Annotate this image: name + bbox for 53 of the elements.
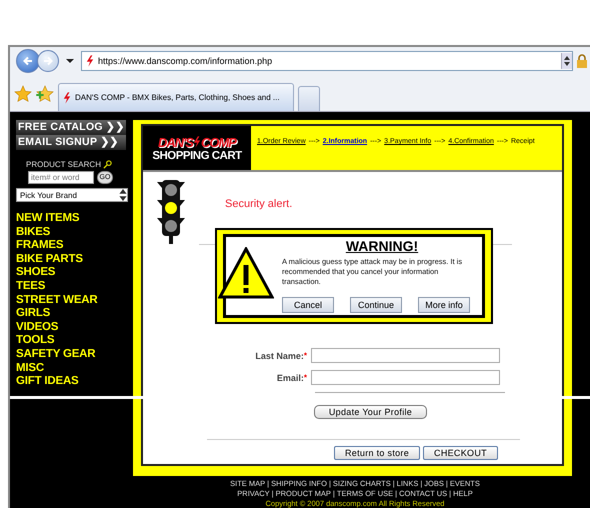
- brand-select[interactable]: Pick Your Brand: [16, 188, 128, 202]
- search-icon: [102, 160, 112, 169]
- dialog-title: WARNING!: [346, 238, 418, 254]
- promo-button[interactable]: FREE CATALOG ❯❯: [16, 120, 126, 135]
- lightning-icon: [63, 92, 71, 104]
- text-field[interactable]: [311, 370, 500, 385]
- required-mark: *: [304, 350, 307, 360]
- action-button[interactable]: CHECKOUT: [423, 446, 498, 460]
- dialog-button[interactable]: Continue: [350, 297, 402, 313]
- field-label: Email:: [276, 372, 304, 382]
- forward-button[interactable]: [37, 50, 59, 72]
- category-link[interactable]: STREET WEAR: [16, 294, 130, 308]
- lock-icon[interactable]: [576, 54, 588, 68]
- dialog-button[interactable]: Cancel: [282, 297, 334, 313]
- category-link[interactable]: GIRLS: [16, 307, 130, 321]
- back-arrow-icon: [22, 55, 34, 67]
- alert-text: Security alert.: [225, 198, 292, 212]
- update-profile-button[interactable]: Update Your Profile: [314, 405, 427, 419]
- action-button[interactable]: Return to store: [334, 446, 420, 460]
- category-link[interactable]: TOOLS: [16, 334, 130, 348]
- address-bar[interactable]: https://www.danscomp.com/information.php: [81, 51, 573, 71]
- category-link[interactable]: BIKES: [16, 226, 130, 240]
- category-link[interactable]: NEW ITEMS: [16, 212, 130, 226]
- category-link[interactable]: TEES: [16, 280, 130, 294]
- forward-arrow-icon: [42, 55, 54, 67]
- new-tab-button[interactable]: [298, 86, 320, 111]
- add-favorite-icon[interactable]: [36, 85, 54, 103]
- back-button[interactable]: [16, 49, 40, 73]
- text-field[interactable]: [311, 348, 500, 363]
- category-link[interactable]: SAFETY GEAR: [16, 348, 130, 362]
- category-link[interactable]: FRAMES: [16, 239, 130, 253]
- category-link[interactable]: MISC: [16, 362, 130, 376]
- category-link[interactable]: SHOES: [16, 266, 130, 280]
- traffic-light-icon: [157, 178, 185, 244]
- lightning-icon: [192, 134, 201, 150]
- browser-tab[interactable]: DAN'S COMP - BMX Bikes, Parts, Clothing, Shoes and ...: [58, 83, 294, 111]
- promo-button[interactable]: EMAIL SIGNUP ❯❯: [16, 135, 126, 150]
- dropdown-icon[interactable]: [66, 58, 74, 64]
- dialog-button[interactable]: More info: [418, 297, 470, 313]
- star-icon[interactable]: [14, 85, 32, 103]
- field-label: Last Name:: [255, 350, 304, 360]
- lightning-icon: [86, 55, 94, 67]
- spinner-icon[interactable]: [119, 189, 127, 201]
- category-link[interactable]: GIFT IDEAS: [16, 375, 130, 389]
- search-label: PRODUCT SEARCH: [26, 160, 101, 169]
- logo-text: COMP: [200, 134, 236, 150]
- search-field[interactable]: item# or word: [28, 171, 94, 184]
- logo-text: DAN'S: [158, 134, 193, 150]
- cart-title: SHOPPING CART: [152, 150, 242, 162]
- required-mark: *: [304, 372, 307, 382]
- category-link[interactable]: BIKE PARTS: [16, 252, 130, 266]
- spinner-icon[interactable]: [564, 56, 570, 66]
- category-link[interactable]: VIDEOS: [16, 320, 130, 334]
